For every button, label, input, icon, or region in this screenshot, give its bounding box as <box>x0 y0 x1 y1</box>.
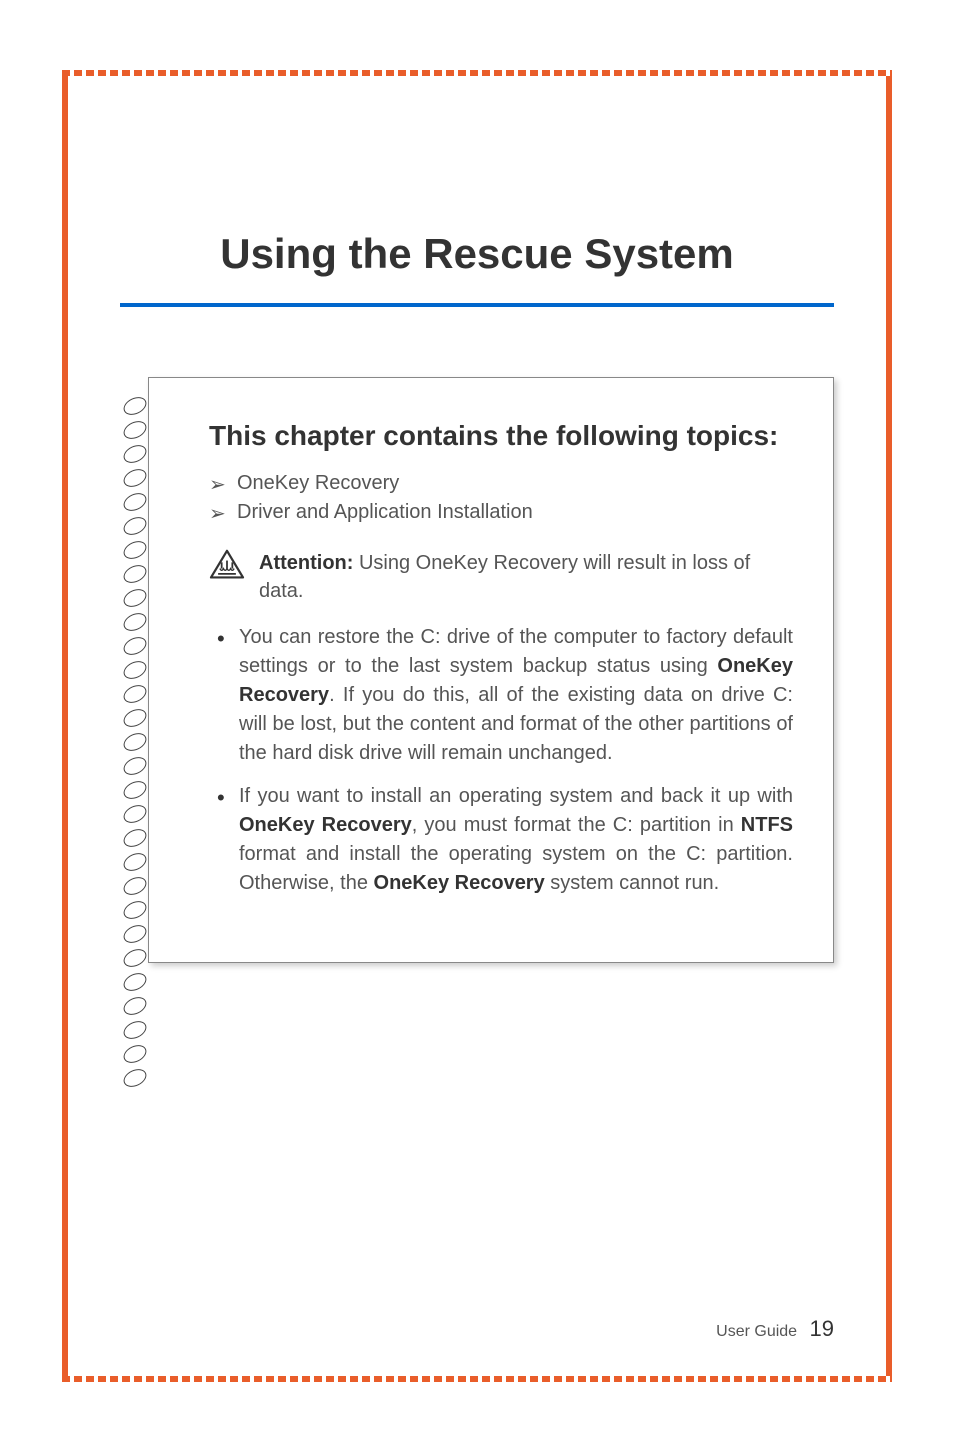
bullet-item: You can restore the C: drive of the comp… <box>209 623 793 768</box>
topic-item: OneKey Recovery <box>209 472 793 495</box>
topic-list: OneKey Recovery Driver and Application I… <box>209 472 793 524</box>
content-area: Using the Rescue System This chapter con… <box>120 130 834 1332</box>
topic-item: Driver and Application Installation <box>209 501 793 524</box>
footer-label: User Guide <box>716 1323 797 1340</box>
title-underline <box>120 303 834 307</box>
bullet-list: You can restore the C: drive of the comp… <box>209 623 793 898</box>
bullet-bold: OneKey Recovery <box>374 872 545 894</box>
chapter-title: Using the Rescue System <box>120 230 834 278</box>
bullet-bold: OneKey Recovery <box>239 814 412 836</box>
attention-icon <box>209 549 245 581</box>
info-box: This chapter contains the following topi… <box>148 377 834 963</box>
attention-block: Attention: Using OneKey Recovery will re… <box>209 549 793 605</box>
section-heading: This chapter contains the following topi… <box>209 418 793 454</box>
bottom-dashed-border <box>62 1376 892 1382</box>
top-dashed-border <box>62 70 892 76</box>
attention-text: Attention: Using OneKey Recovery will re… <box>259 549 793 605</box>
bullet-text: , you must format the C: partition in <box>412 814 741 836</box>
attention-label: Attention: <box>259 552 353 574</box>
page-footer: User Guide 19 <box>716 1316 834 1342</box>
spiral-binding <box>123 398 151 942</box>
bullet-text: If you want to install an operating syst… <box>239 785 793 807</box>
bullet-text: system cannot run. <box>545 872 720 894</box>
bullet-bold: NTFS <box>741 814 793 836</box>
bullet-item: If you want to install an operating syst… <box>209 782 793 898</box>
page-number: 19 <box>810 1316 834 1341</box>
bullet-text: You can restore the C: drive of the comp… <box>239 626 793 677</box>
